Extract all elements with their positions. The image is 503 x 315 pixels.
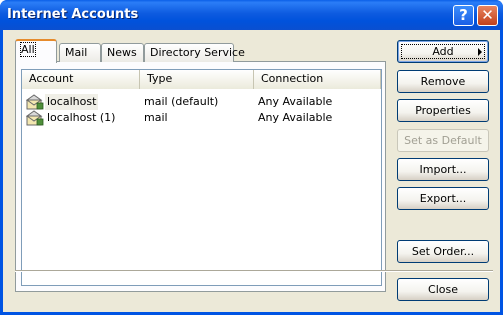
account-name-cell: localhost (1)	[47, 111, 116, 124]
column-header-account[interactable]: Account	[22, 70, 140, 89]
remove-button[interactable]: Remove	[397, 70, 489, 93]
set-order-button[interactable]: Set Order...	[397, 240, 489, 263]
import-button[interactable]: Import...	[397, 158, 489, 181]
set-as-default-button[interactable]: Set as Default	[397, 129, 489, 152]
add-button[interactable]: Add	[397, 40, 489, 63]
account-type-cell: mail (default)	[144, 95, 219, 108]
column-header-connection[interactable]: Connection	[254, 70, 381, 89]
tab-all-label: All	[20, 42, 36, 57]
export-button[interactable]: Export...	[397, 187, 489, 210]
submenu-arrow-icon	[478, 48, 482, 56]
accounts-list[interactable]: Account Type Connection localhost mail (…	[21, 69, 382, 286]
mail-account-icon	[26, 110, 44, 126]
tab-mail[interactable]: Mail	[59, 43, 101, 62]
tab-directory-service[interactable]: Directory Service	[144, 43, 245, 62]
account-connection-cell: Any Available	[258, 111, 333, 124]
close-button[interactable]: Close	[397, 278, 489, 301]
tab-all[interactable]: All	[15, 39, 57, 63]
column-header-type[interactable]: Type	[140, 70, 254, 89]
close-window-button[interactable]: ✕	[477, 5, 498, 26]
properties-button[interactable]: Properties	[397, 99, 489, 122]
table-row[interactable]: localhost (1) mail Any Available	[22, 110, 381, 126]
help-button[interactable]: ?	[453, 5, 474, 26]
table-row[interactable]: localhost mail (default) Any Available	[22, 94, 381, 110]
title-bar[interactable]: Internet Accounts ? ✕	[0, 0, 503, 30]
dialog-client-area: Account Type Connection localhost mail (…	[3, 30, 500, 312]
window-title: Internet Accounts	[7, 7, 139, 22]
mail-account-icon	[26, 94, 44, 110]
account-type-cell: mail	[144, 111, 168, 124]
account-connection-cell: Any Available	[258, 95, 333, 108]
internet-accounts-window: Internet Accounts ? ✕ Account Type Conne…	[0, 0, 503, 315]
tab-panel: Account Type Connection localhost mail (…	[15, 61, 386, 292]
list-header: Account Type Connection	[22, 70, 381, 89]
focus-ring	[401, 44, 485, 59]
tab-news[interactable]: News	[101, 43, 144, 62]
dialog-separator	[15, 270, 493, 272]
account-name-cell: localhost	[45, 94, 99, 110]
